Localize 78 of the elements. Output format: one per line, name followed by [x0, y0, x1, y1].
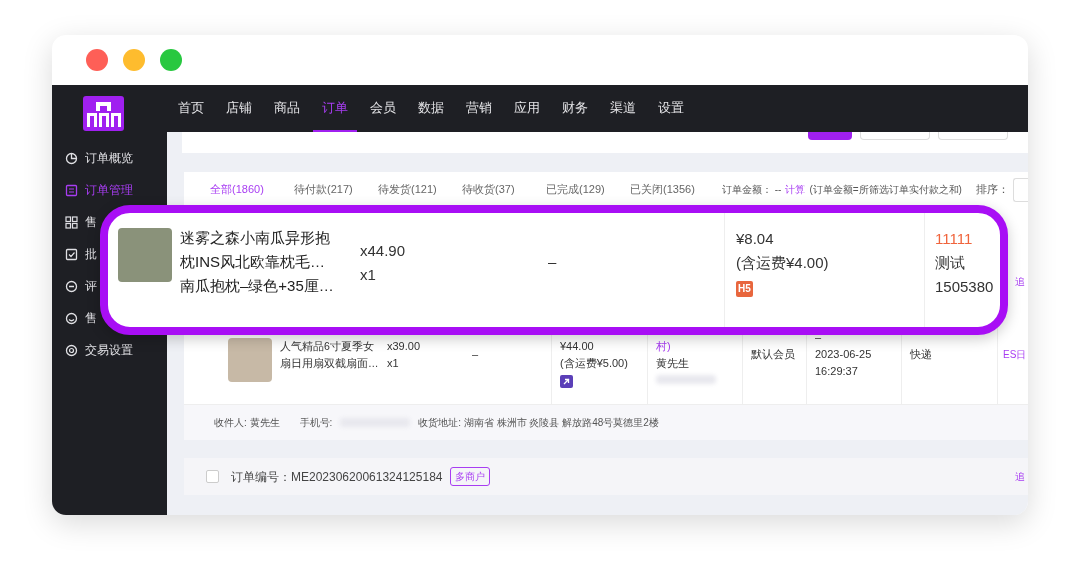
product-name-line[interactable]: 枕INS风北欧靠枕毛…	[180, 250, 360, 274]
nav-tab[interactable]: 数据	[409, 85, 453, 132]
quantity: x1	[360, 265, 377, 285]
amount-note: (订单金额=所筛选订单实付款之和)	[809, 183, 962, 197]
nav-tab[interactable]: 首页	[169, 85, 213, 132]
quantity: x1	[387, 356, 400, 371]
order-status-tab[interactable]: 已完成(129)	[546, 181, 630, 198]
checkbox[interactable]	[206, 470, 219, 483]
settings-icon	[65, 343, 78, 357]
action-link[interactable]: 追	[1015, 469, 1025, 484]
buyer-link[interactable]: 村)	[656, 338, 742, 355]
nav-tab[interactable]: 营销	[457, 85, 501, 132]
order-status-tab[interactable]: 全部(1860)	[210, 181, 294, 198]
buyer-name: 测试	[935, 253, 966, 273]
sidebar-item[interactable]: 交易设置	[85, 341, 133, 359]
sidebar-item[interactable]: 订单概览	[85, 149, 133, 167]
product-photo-placeholder	[228, 338, 272, 382]
sidebar-item[interactable]: 售	[85, 309, 97, 327]
mini-program-icon	[560, 374, 573, 388]
nav-tab[interactable]: 店铺	[217, 85, 261, 132]
action-link[interactable]: ES日	[1003, 346, 1027, 363]
sort-label: 排序：	[975, 182, 1009, 198]
nav-tab[interactable]: 财务	[553, 85, 597, 132]
checklist-icon	[65, 247, 78, 261]
sidebar-item[interactable]: 批	[85, 245, 97, 263]
action-link[interactable]: 追	[1015, 274, 1025, 289]
chat-icon	[65, 279, 78, 293]
nav-tab[interactable]: 会员	[361, 85, 405, 132]
product-name[interactable]: 人气精品6寸夏季女扇日用扇双截扇面…	[280, 338, 379, 404]
shipping-fee: (含运费¥4.00)	[736, 253, 830, 273]
phone-label: 手机号:	[299, 416, 333, 430]
window-control-icon[interactable]	[123, 49, 145, 71]
nav-tab[interactable]: 应用	[505, 85, 549, 132]
sort-select[interactable]	[1012, 177, 1028, 202]
order-status-tab[interactable]: 已关闭(1356)	[630, 181, 714, 198]
order-time: 2023-06-25 16:29:37	[815, 347, 873, 379]
product-name-line[interactable]: 南瓜抱枕–绿色+35厘…	[180, 274, 360, 298]
buyer-phone: 1505380	[935, 277, 994, 297]
toolbar-button[interactable]	[808, 132, 852, 140]
order-status-tab[interactable]: 待收货(37)	[462, 181, 546, 198]
product-photo-placeholder	[118, 228, 172, 282]
amount-label: 订单金额： --	[722, 183, 782, 197]
sidebar-item[interactable]: 售	[85, 213, 97, 231]
receiver-name: 收件人: 黄先生	[214, 416, 280, 430]
window-control-icon[interactable]	[160, 49, 182, 71]
buyer-id: 11111	[935, 229, 974, 249]
product-name-line[interactable]: 迷雾之森小南瓜异形抱	[180, 226, 360, 250]
pie-chart-icon	[65, 151, 78, 165]
unit-price: x39.00	[387, 339, 422, 354]
sidebar-item[interactable]: 订单管理	[85, 181, 133, 199]
order-number: 订单编号：ME20230620061324125184	[231, 468, 443, 486]
member-level: 默认会员	[751, 347, 796, 362]
calculate-link[interactable]: 计算	[785, 182, 806, 197]
smile-icon	[65, 311, 78, 325]
order-total: ¥44.00	[560, 339, 595, 354]
h5-source-badge: H5	[736, 281, 753, 297]
toolbar-button[interactable]	[860, 132, 930, 140]
toolbar-button[interactable]	[938, 132, 1008, 140]
sidebar-item[interactable]: 评	[85, 277, 97, 295]
unit-price: x44.90	[360, 241, 407, 261]
delivery-method: 快递	[910, 347, 933, 362]
document-icon	[65, 183, 78, 197]
empty-value: –	[815, 330, 823, 345]
order-status-tab[interactable]: 待付款(217)	[294, 181, 378, 198]
nav-tab[interactable]: 商品	[265, 85, 309, 132]
order-total: ¥8.04	[736, 229, 775, 249]
shipping-address: 收货地址: 湖南省 株洲市 炎陵县 解放路48号莫德里2楼	[418, 416, 659, 430]
order-status-tab[interactable]: 待发货(121)	[378, 181, 462, 198]
merchant-tag: 多商户	[450, 467, 491, 486]
window-control-icon[interactable]	[86, 49, 108, 71]
shipping-fee: (含运费¥5.00)	[560, 356, 629, 371]
logo-icon	[83, 96, 124, 131]
nav-tab[interactable]: 设置	[649, 85, 693, 132]
nav-tab[interactable]: 渠道	[601, 85, 645, 132]
empty-value: –	[472, 347, 480, 362]
empty-value: –	[548, 253, 557, 270]
grid-icon	[65, 215, 78, 229]
buyer-name: 黄先生	[656, 356, 690, 371]
